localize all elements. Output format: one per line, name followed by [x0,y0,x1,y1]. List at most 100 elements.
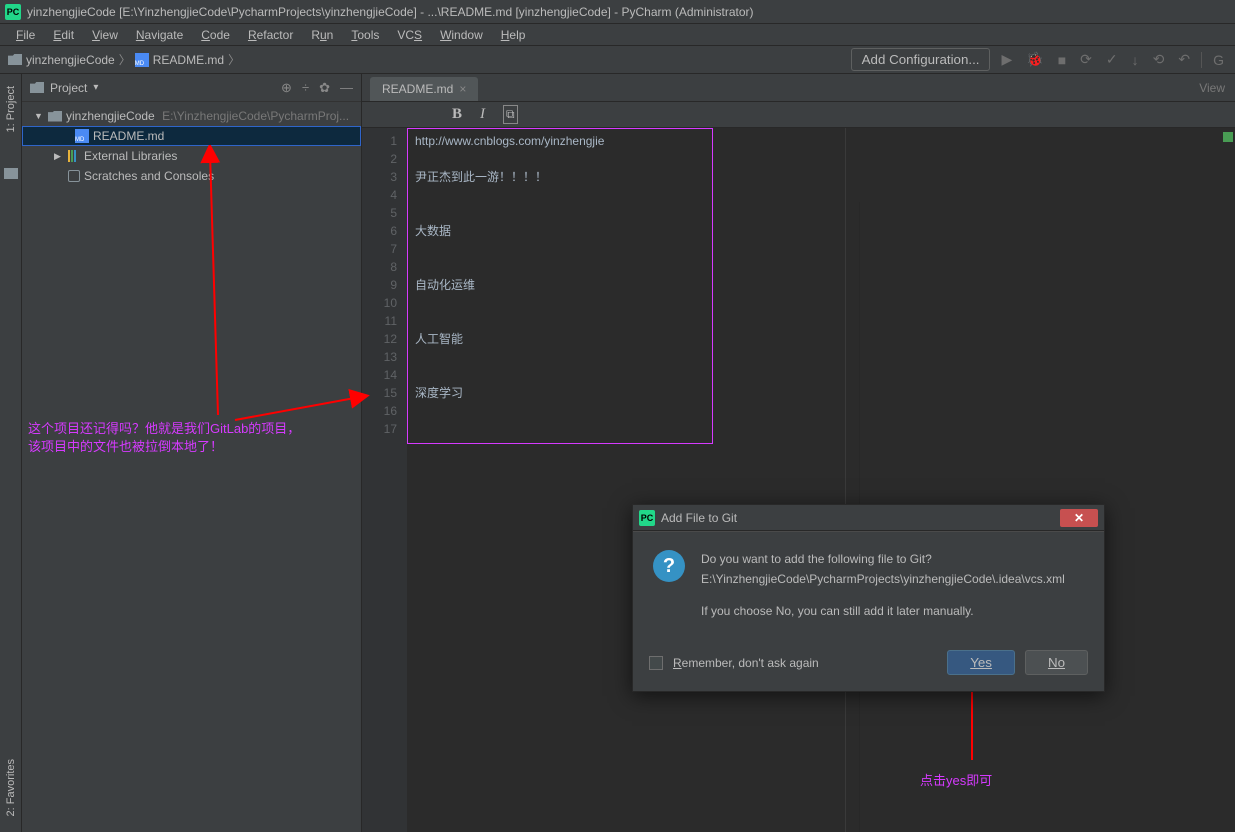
commit-icon[interactable]: ✓ [1103,51,1121,68]
markdown-file-icon [75,129,89,143]
dialog-message: Do you want to add the following file to… [701,550,1065,634]
annotation-text-2: 点击yes即可 [920,770,992,789]
project-tree: ▼ yinzhengjieCode E:\YinzhengjieCode\Pyc… [22,102,361,190]
tree-root-path: E:\YinzhengjieCode\PycharmProj... [159,109,349,123]
code-line[interactable] [415,402,1235,420]
hide-icon[interactable]: — [340,80,353,96]
yes-button[interactable]: Yes [947,650,1015,675]
add-configuration-button[interactable]: Add Configuration... [851,48,991,71]
left-tool-gutter: 1: Project 2: Favorites [0,74,22,832]
project-panel-header: Project ▾ ⊕ ÷ ✿ — [22,74,361,102]
menu-tools[interactable]: Tools [343,26,387,44]
tree-external-libraries[interactable]: ▶ External Libraries [22,146,361,166]
dialog-line: Do you want to add the following file to… [701,550,1065,568]
dropdown-icon[interactable]: ▾ [93,82,98,93]
tree-file-readme[interactable]: README.md [22,126,361,146]
expand-icon[interactable]: ▼ [34,111,44,121]
dialog-line: E:\YinzhengjieCode\PycharmProjects\yinzh… [701,570,1065,588]
menu-help[interactable]: Help [493,26,534,44]
dialog-title-bar[interactable]: PC Add File to Git ✕ [633,505,1104,531]
target-icon[interactable]: ⊕ [281,80,292,96]
code-line[interactable] [415,204,1235,222]
remember-checkbox[interactable] [649,656,663,670]
folder-icon [30,82,44,93]
breadcrumb-file[interactable]: README.md [135,53,224,67]
image-button[interactable]: ⧉ [503,105,518,124]
history-icon[interactable]: ⟲ [1150,51,1168,68]
menu-file[interactable]: File [8,26,43,44]
no-button[interactable]: No [1025,650,1088,675]
tab-label: README.md [382,82,453,96]
code-line[interactable]: 人工智能 [415,330,1235,348]
code-line[interactable]: 自动化运维 [415,276,1235,294]
breadcrumb-project[interactable]: yinzhengjieCode [8,53,115,67]
editor-tab-readme[interactable]: README.md × [370,77,478,101]
stop-icon[interactable]: ■ [1055,52,1069,68]
run-icon[interactable]: ▶ [998,51,1015,68]
annotation-line: 这个项目还记得吗？他就是我们GitLab的项目， [28,420,300,438]
tree-scratches-label: Scratches and Consoles [84,169,214,183]
update-icon[interactable]: ⟳ [1077,51,1095,68]
remember-label: Remember, don't ask again [673,656,937,670]
tree-scratches[interactable]: Scratches and Consoles [22,166,361,186]
editor-area: README.md × View B I ⧉ 12345678910111213… [362,74,1235,832]
settings-icon[interactable]: ✿ [319,80,330,96]
dialog-body: ? Do you want to add the following file … [633,531,1104,650]
menu-navigate[interactable]: Navigate [128,26,191,44]
collapse-icon[interactable]: ÷ [302,80,309,96]
code-line[interactable]: http://www.cnblogs.com/yinzhengjie [415,132,1235,150]
tree-root-label: yinzhengjieCode [66,109,155,123]
window-title: yinzhengjieCode [E:\YinzhengjieCode\Pych… [27,5,754,19]
scrollbar-marker [1223,132,1233,142]
debug-icon[interactable]: 🐞 [1023,51,1046,68]
scratches-icon [68,170,80,182]
code-line[interactable] [415,294,1235,312]
bold-button[interactable]: B [452,106,462,123]
markdown-file-icon [135,53,149,67]
right-margin-line [845,128,846,832]
chevron-icon: 〉 [228,51,240,68]
code-editor[interactable]: http://www.cnblogs.com/yinzhengjie 尹正杰到此一… [407,128,1235,832]
folder-icon [48,111,62,122]
breadcrumb-project-label: yinzhengjieCode [26,53,115,67]
dialog-footer: Remember, don't ask again Yes No [633,650,1104,691]
italic-button[interactable]: I [480,106,485,123]
menu-window[interactable]: Window [432,26,491,44]
favorites-tool-tab[interactable]: 2: Favorites [5,753,17,822]
menu-view[interactable]: View [84,26,126,44]
close-icon[interactable]: × [459,82,466,96]
expand-icon[interactable]: ▶ [54,151,64,162]
editor-tabs: README.md × View [362,74,1235,102]
code-line[interactable]: 尹正杰到此一游！！！！ [415,168,1235,186]
code-line[interactable] [415,420,1235,438]
code-line[interactable] [415,366,1235,384]
code-line[interactable] [415,186,1235,204]
code-line[interactable] [415,240,1235,258]
folder-icon [8,54,22,65]
revert-icon[interactable]: ↶ [1175,51,1193,68]
menu-bar: File Edit View Navigate Code Refactor Ru… [0,24,1235,46]
code-line[interactable] [415,312,1235,330]
extra-icon[interactable]: G [1210,52,1227,68]
menu-refactor[interactable]: Refactor [240,26,301,44]
code-line[interactable] [415,150,1235,168]
tree-root[interactable]: ▼ yinzhengjieCode E:\YinzhengjieCode\Pyc… [22,106,361,126]
menu-vcs[interactable]: VCS [389,26,430,44]
code-line[interactable]: 深度学习 [415,384,1235,402]
code-line[interactable] [415,258,1235,276]
menu-run[interactable]: Run [303,26,341,44]
menu-edit[interactable]: Edit [45,26,82,44]
structure-icon[interactable] [4,168,18,179]
tree-external-label: External Libraries [84,149,177,163]
close-button[interactable]: ✕ [1060,509,1098,527]
code-line[interactable] [415,348,1235,366]
view-mode-label[interactable]: View [1199,81,1235,95]
menu-code[interactable]: Code [193,26,238,44]
pycharm-icon: PC [639,510,655,526]
annotation-line: 该项目中的文件也被拉倒本地了！ [28,438,300,456]
project-tool-tab[interactable]: 1: Project [5,80,17,138]
annotation-text-1: 这个项目还记得吗？他就是我们GitLab的项目， 该项目中的文件也被拉倒本地了！ [28,420,300,456]
code-line[interactable]: 大数据 [415,222,1235,240]
title-bar: PC yinzhengjieCode [E:\YinzhengjieCode\P… [0,0,1235,24]
pull-icon[interactable]: ↓ [1129,52,1142,68]
